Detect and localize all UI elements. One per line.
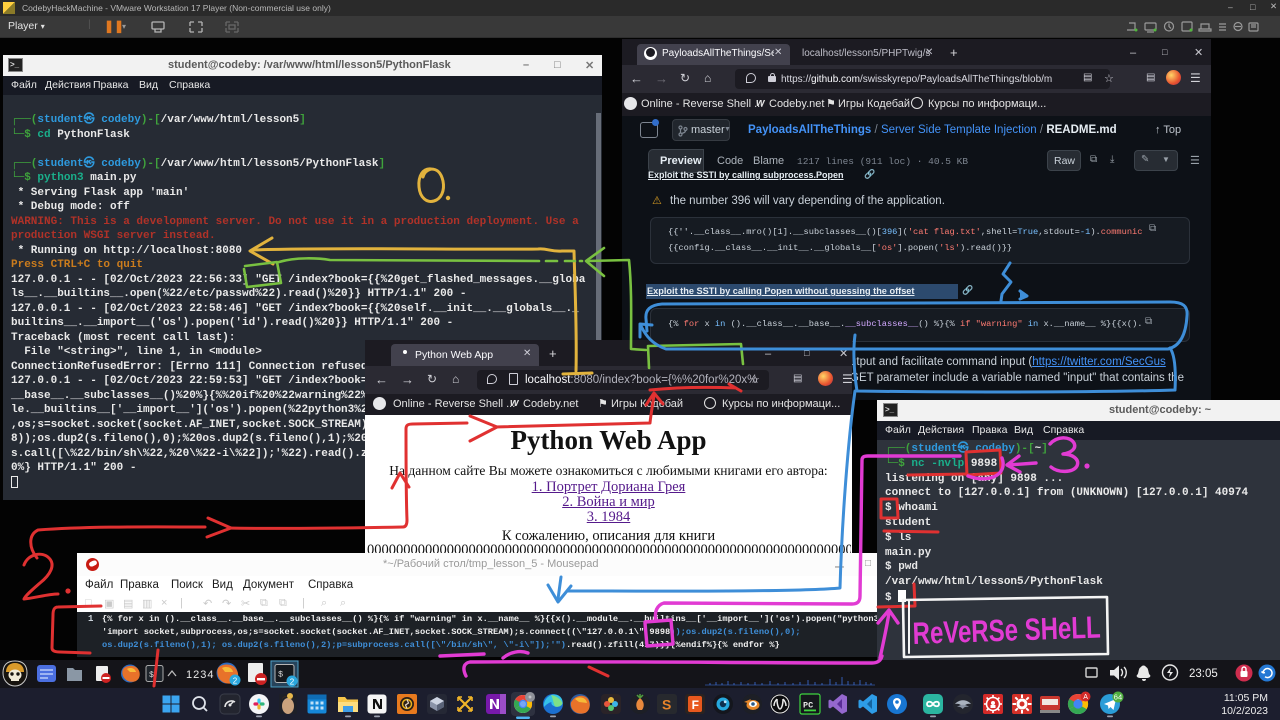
svg-text:ReVeRSe SHeLL: ReVeRSe SHeLL xyxy=(912,609,1101,651)
